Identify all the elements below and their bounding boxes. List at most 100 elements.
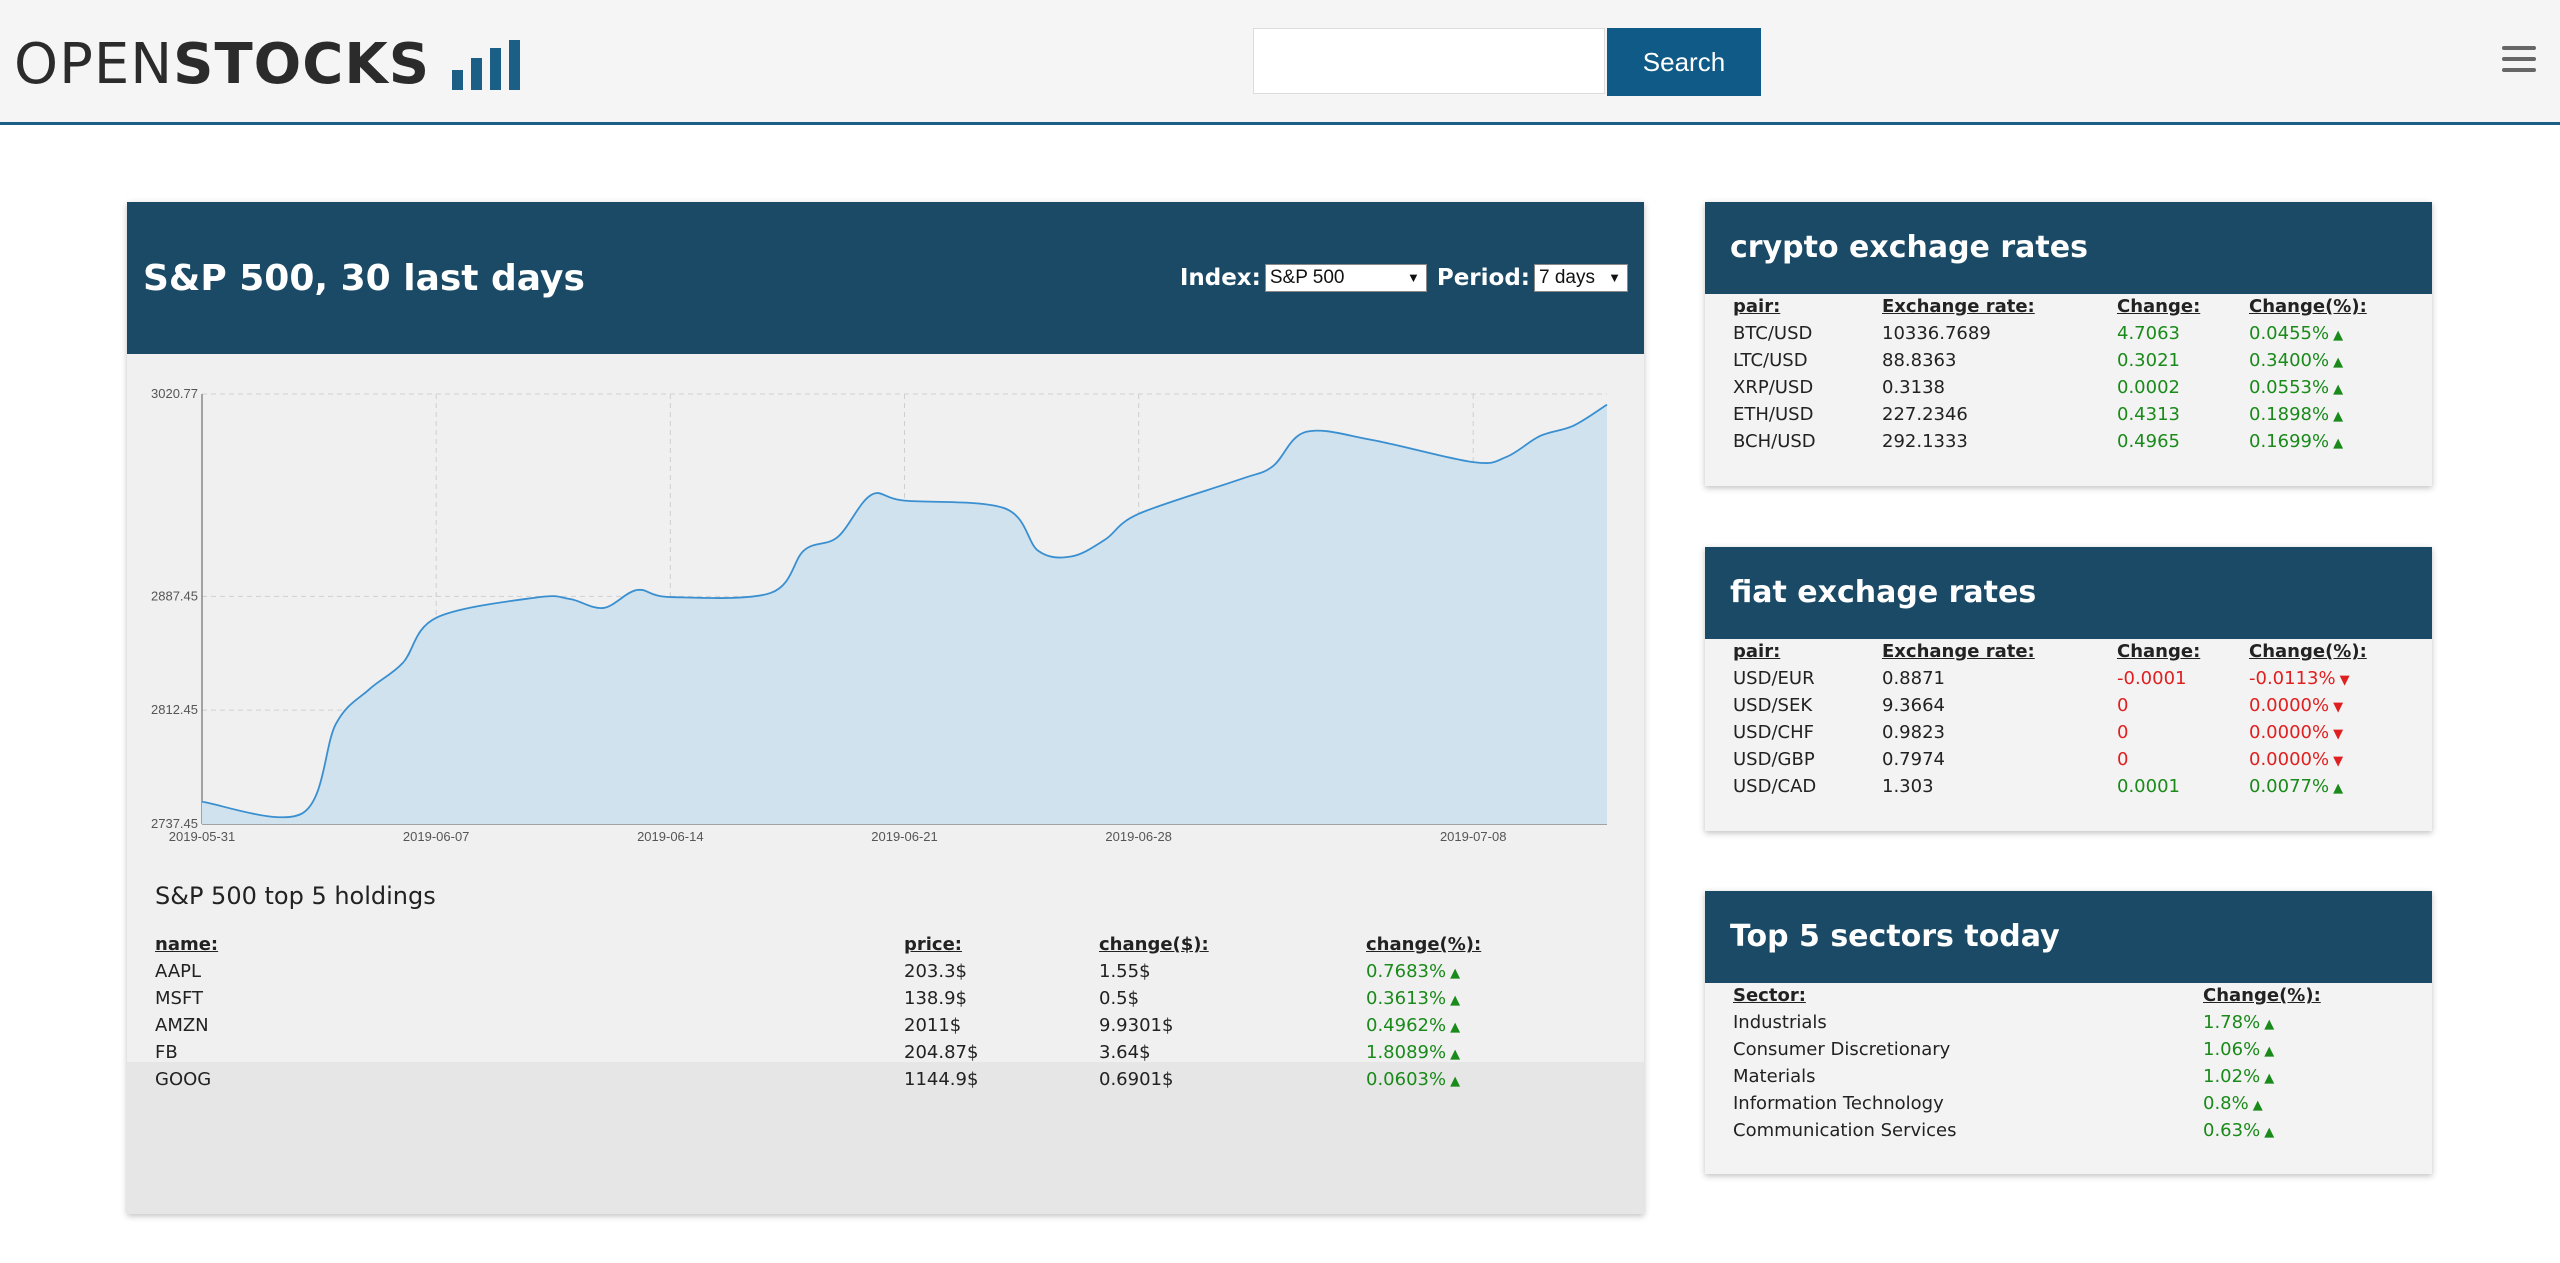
chart-area: 3020.77 2887.45 2812.45 2737.45 2019-05-31 20… bbox=[127, 354, 1644, 1062]
table-row[interactable]: BCH/USD 292.1333 0.4965 0.1699% ▲ bbox=[1733, 431, 2432, 458]
table-header-row: pair: Exchange rate: Change: Change(%): bbox=[1733, 641, 2432, 668]
y-tick-label: 3020.77 bbox=[151, 386, 198, 401]
rate-change: 0.0001 bbox=[2117, 776, 2180, 797]
rate-change-pct: 0.0077% ▲ bbox=[2249, 776, 2343, 797]
bar-chart-logo-icon bbox=[452, 40, 521, 90]
page-title: S&P 500, 30 last days bbox=[143, 258, 585, 299]
holding-name: AMZN bbox=[155, 1015, 209, 1036]
exchange-rate: 0.7974 bbox=[1882, 749, 1945, 770]
rate-change-pct-value: 0.0000% bbox=[2249, 695, 2330, 716]
rate-change-pct: 0.0000% ▼ bbox=[2249, 722, 2343, 743]
exchange-rate: 88.8363 bbox=[1882, 350, 1957, 371]
holding-change: 3.64$ bbox=[1099, 1042, 1151, 1063]
crypto-rates-table: pair: Exchange rate: Change: Change(%): BTC/… bbox=[1733, 294, 2432, 458]
exchange-rate: 227.2346 bbox=[1882, 404, 1968, 425]
x-tick-label: 2019-07-08 bbox=[1440, 829, 1507, 844]
table-row[interactable]: XRP/USD 0.3138 0.0002 0.0553% ▲ bbox=[1733, 377, 2432, 404]
fiat-rates-table: pair: Exchange rate: Change: Change(%): USD/… bbox=[1733, 639, 2432, 803]
holding-price: 203.3$ bbox=[904, 961, 967, 982]
holding-change: 0.5$ bbox=[1099, 988, 1140, 1009]
sectors-table: Sector: Change(%): Industrials 1.78% ▲ Consum… bbox=[1733, 983, 2432, 1147]
y-tick-label: 2812.45 bbox=[151, 702, 198, 717]
holding-change-pct: 0.0603% ▲ bbox=[1366, 1069, 1460, 1090]
triangle-up-icon: ▲ bbox=[2264, 1017, 2275, 1032]
table-row[interactable]: LTC/USD 88.8363 0.3021 0.3400% ▲ bbox=[1733, 350, 2432, 377]
hamburger-menu-icon[interactable] bbox=[2502, 46, 2536, 74]
triangle-up-icon: ▲ bbox=[2333, 355, 2344, 370]
holding-name: FB bbox=[155, 1042, 178, 1063]
table-row[interactable]: Communication Services 0.63% ▲ bbox=[1733, 1120, 2432, 1147]
sector-name: Consumer Discretionary bbox=[1733, 1039, 1951, 1060]
sector-name: Communication Services bbox=[1733, 1120, 1957, 1141]
currency-pair: USD/CHF bbox=[1733, 722, 1814, 743]
holding-name: AAPL bbox=[155, 961, 202, 982]
table-row[interactable]: USD/EUR 0.8871 -0.0001 -0.0113% ▼ bbox=[1733, 668, 2432, 695]
top-navbar: OPENSTOCKS Search bbox=[0, 0, 2560, 125]
rate-change-pct: 0.0553% ▲ bbox=[2249, 377, 2343, 398]
x-tick-label: 2019-06-21 bbox=[871, 829, 938, 844]
triangle-up-icon: ▲ bbox=[2264, 1071, 2275, 1086]
exchange-rate: 10336.7689 bbox=[1882, 323, 1991, 344]
holding-name: GOOG bbox=[155, 1069, 212, 1090]
rate-change: 0 bbox=[2117, 749, 2129, 770]
triangle-up-icon: ▲ bbox=[1450, 993, 1461, 1008]
table-row[interactable]: Materials 1.02% ▲ bbox=[1733, 1066, 2432, 1093]
index-label: Index: bbox=[1179, 265, 1261, 291]
period-select[interactable]: 7 days ▼ bbox=[1534, 264, 1628, 292]
period-label: Period: bbox=[1436, 265, 1530, 291]
currency-pair: BCH/USD bbox=[1733, 431, 1816, 452]
table-row[interactable]: Consumer Discretionary 1.06% ▲ bbox=[1733, 1039, 2432, 1066]
currency-pair: LTC/USD bbox=[1733, 350, 1808, 371]
column-header: pair: bbox=[1733, 296, 1781, 317]
table-row[interactable]: BTC/USD 10336.7689 4.7063 0.0455% ▲ bbox=[1733, 323, 2432, 350]
sector-name: Materials bbox=[1733, 1066, 1816, 1087]
column-header: name: bbox=[155, 934, 219, 955]
sector-change-pct-value: 1.06% bbox=[2203, 1039, 2261, 1060]
holding-change-pct-value: 0.0603% bbox=[1366, 1069, 1447, 1090]
triangle-up-icon: ▲ bbox=[1450, 966, 1461, 981]
line-area-chart: 3020.772887.452812.452737.452019-05-31 20… bbox=[151, 386, 1608, 844]
table-header-row: pair: Exchange rate: Change: Change(%): bbox=[1733, 296, 2432, 323]
y-tick-label: 2887.45 bbox=[151, 588, 198, 603]
table-row[interactable]: USD/CAD 1.303 0.0001 0.0077% ▲ bbox=[1733, 776, 2432, 803]
triangle-up-icon: ▲ bbox=[2333, 382, 2344, 397]
logo[interactable]: OPENSTOCKS bbox=[14, 30, 521, 100]
rate-change-pct-value: 0.0000% bbox=[2249, 722, 2330, 743]
x-tick-label: 2019-05-31 bbox=[169, 829, 236, 844]
search-input[interactable] bbox=[1253, 28, 1605, 94]
table-row[interactable]: ETH/USD 227.2346 0.4313 0.1898% ▲ bbox=[1733, 404, 2432, 431]
rate-change-pct-value: 0.0000% bbox=[2249, 749, 2330, 770]
index-select[interactable]: S&P 500 ▼ bbox=[1264, 264, 1427, 292]
index-chart-header: S&P 500, 30 last days Index: S&P 500 ▼ P… bbox=[127, 202, 1644, 354]
column-header: Exchange rate: bbox=[1882, 296, 2035, 317]
triangle-up-icon: ▲ bbox=[1450, 1020, 1461, 1035]
table-header-row: Sector: Change(%): bbox=[1733, 985, 2432, 1012]
holding-name: MSFT bbox=[155, 988, 203, 1009]
fiat-rates-header: fiat exchage rates bbox=[1705, 547, 2432, 639]
rate-change-pct: -0.0113% ▼ bbox=[2249, 668, 2350, 689]
holding-price: 1144.9$ bbox=[904, 1069, 979, 1090]
holding-price: 138.9$ bbox=[904, 988, 967, 1009]
triangle-up-icon: ▲ bbox=[1450, 1074, 1461, 1089]
holding-change: 9.9301$ bbox=[1099, 1015, 1174, 1036]
index-select-value: S&P 500 bbox=[1269, 267, 1345, 288]
holding-price: 204.87$ bbox=[904, 1042, 979, 1063]
column-header: price: bbox=[904, 934, 963, 955]
crypto-rates-card: crypto exchage rates pair: Exchange rate:… bbox=[1705, 202, 2432, 486]
column-header: Change(%): bbox=[2249, 296, 2367, 317]
table-row[interactable]: Information Technology 0.8% ▲ bbox=[1733, 1093, 2432, 1120]
currency-pair: USD/SEK bbox=[1733, 695, 1813, 716]
sectors-header: Top 5 sectors today bbox=[1705, 891, 2432, 983]
table-row[interactable]: USD/SEK 9.3664 0 0.0000% ▼ bbox=[1733, 695, 2432, 722]
fiat-rates-card: fiat exchage rates pair: Exchange rate: Ch… bbox=[1705, 547, 2432, 831]
search-button[interactable]: Search bbox=[1607, 28, 1761, 96]
table-row[interactable]: USD/CHF 0.9823 0 0.0000% ▼ bbox=[1733, 722, 2432, 749]
holding-change-pct-value: 0.7683% bbox=[1366, 961, 1447, 982]
exchange-rate: 0.8871 bbox=[1882, 668, 1945, 689]
rate-change: 0.0002 bbox=[2117, 377, 2180, 398]
holding-change-pct-value: 0.4962% bbox=[1366, 1015, 1447, 1036]
table-row[interactable]: Industrials 1.78% ▲ bbox=[1733, 1012, 2432, 1039]
sector-change-pct-value: 0.63% bbox=[2203, 1120, 2261, 1141]
currency-pair: USD/EUR bbox=[1733, 668, 1815, 689]
table-row[interactable]: USD/GBP 0.7974 0 0.0000% ▼ bbox=[1733, 749, 2432, 776]
